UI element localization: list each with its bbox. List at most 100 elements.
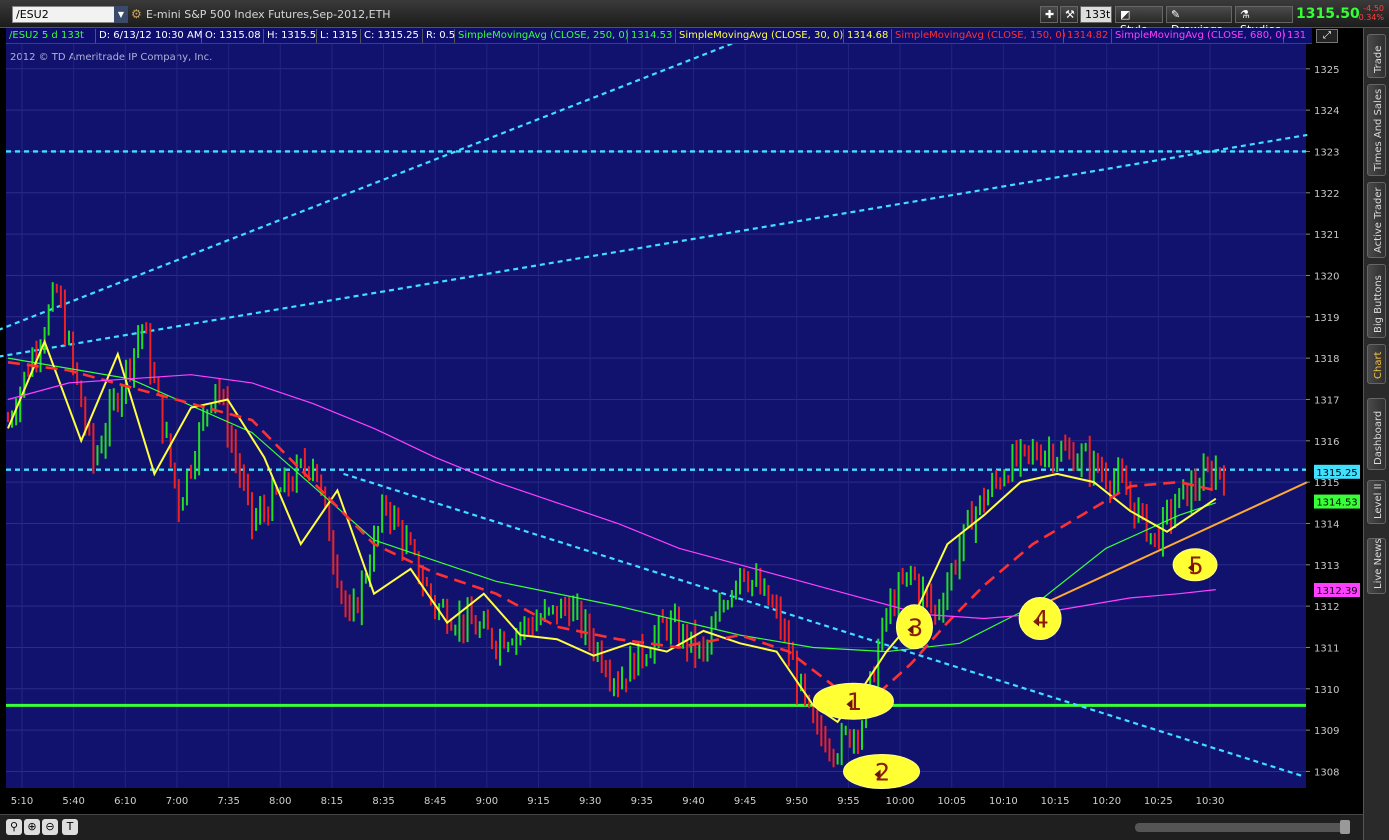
time-tick-label: 10:15 — [1041, 796, 1070, 807]
zoom-out-icon[interactable]: ⊖ — [42, 819, 58, 835]
info-high: H: 1315.5 — [264, 29, 317, 43]
time-tick-label: 8:00 — [269, 796, 291, 807]
time-tick-label: 9:45 — [734, 796, 756, 807]
time-tick-label: 10:10 — [989, 796, 1018, 807]
time-tick-label: 7:00 — [166, 796, 188, 807]
price-tick-label: 1324 — [1314, 106, 1339, 117]
time-tick-label: 6:10 — [114, 796, 136, 807]
style-icon: ◩ — [1120, 8, 1131, 21]
zoom-icon[interactable]: ⚲ — [6, 819, 22, 835]
price-tick-label: 1322 — [1314, 189, 1339, 200]
price-tick-label: 1315 — [1314, 478, 1339, 489]
side-tab-label: Live News — [1373, 538, 1384, 589]
annotation-label: 5 — [1188, 552, 1203, 580]
wrench-icon[interactable]: ⚒ — [1060, 6, 1078, 23]
time-tick-label: 10:00 — [886, 796, 915, 807]
study-label-sma250: SimpleMovingAvg (CLOSE, 250, 0) — [455, 29, 629, 43]
text-tool-icon[interactable]: T — [62, 819, 78, 835]
annotation-label: 1 — [847, 688, 862, 716]
chevron-down-icon[interactable]: ▼ — [114, 6, 128, 23]
price-tick-label: 1316 — [1314, 437, 1339, 448]
side-tabs-panel: Trade Times And Sales Active Trader Big But… — [1363, 28, 1389, 840]
time-tick-label: 10:25 — [1144, 796, 1173, 807]
price-tick-label: 1318 — [1314, 354, 1339, 365]
annotation-label: 3 — [908, 614, 923, 642]
time-tick-label: 9:35 — [631, 796, 653, 807]
time-tick-label: 9:50 — [786, 796, 808, 807]
time-tick-label: 9:15 — [527, 796, 549, 807]
price-tick-label: 1325 — [1314, 65, 1339, 76]
time-tick-label: 5:10 — [11, 796, 33, 807]
info-open: O: 1315.08 — [202, 29, 264, 43]
time-tick-label: 8:45 — [424, 796, 446, 807]
net-change-value: -4.50 — [1363, 4, 1384, 13]
net-change-percent: -0.34% — [1355, 13, 1384, 22]
time-tick-label: 10:05 — [937, 796, 966, 807]
annotation-label: 2 — [875, 758, 890, 786]
side-tab-label: Trade — [1373, 45, 1384, 73]
time-tick-label: 9:00 — [476, 796, 498, 807]
side-tab-big-buttons[interactable]: Big Buttons — [1367, 264, 1386, 338]
price-axis-label: 1315.25 — [1316, 468, 1357, 479]
aggregation-button[interactable]: 133t — [1080, 6, 1112, 23]
time-tick-label: 7:35 — [217, 796, 239, 807]
copyright-text: 2012 © TD Ameritrade IP Company, Inc. — [10, 52, 212, 63]
price-tick-label: 1323 — [1314, 147, 1339, 158]
drawings-button[interactable]: ✎ Drawings — [1166, 6, 1232, 36]
last-price: 1315.50 — [1296, 6, 1360, 22]
info-date: D: 6/13/12 10:30 AM — [96, 29, 202, 43]
price-axis-label: 1314.53 — [1316, 498, 1357, 509]
gear-icon[interactable]: ⚙ — [131, 7, 143, 22]
studies-icon: ⚗ — [1240, 8, 1250, 21]
study-value-sma150: 1314.82 — [1064, 29, 1112, 43]
side-tab-label: Active Trader — [1373, 187, 1384, 253]
info-symbol-period: /ESU2 5 d 133t — [6, 29, 96, 43]
price-tick-label: 1319 — [1314, 313, 1339, 324]
pencil-icon: ✎ — [1171, 8, 1181, 21]
expand-icon[interactable]: ⤢ — [1316, 29, 1338, 43]
side-tab-dashboard[interactable]: Dashboard — [1367, 398, 1386, 470]
study-value-sma250: 1314.53 — [628, 29, 676, 43]
annotation-label: 4 — [1033, 606, 1048, 634]
study-label-sma150: SimpleMovingAvg (CLOSE, 150, 0) — [892, 29, 1066, 43]
price-tick-label: 1310 — [1314, 685, 1339, 696]
info-close: C: 1315.25 — [361, 29, 423, 43]
side-tab-active-trader[interactable]: Active Trader — [1367, 182, 1386, 258]
side-tab-label: Level II — [1373, 483, 1384, 519]
side-tab-trade[interactable]: Trade — [1367, 34, 1386, 78]
side-tab-label: Times And Sales — [1373, 88, 1384, 171]
net-change: -4.50 -0.34% — [1354, 4, 1384, 22]
instrument-description: E-mini S&P 500 Index Futures,Sep-2012,ET… — [146, 8, 391, 21]
side-tab-label: Dashboard — [1373, 410, 1384, 465]
time-tick-label: 9:40 — [682, 796, 704, 807]
side-tab-chart[interactable]: Chart — [1367, 344, 1386, 384]
time-tick-label: 8:35 — [372, 796, 394, 807]
price-tick-label: 1321 — [1314, 230, 1339, 241]
side-tab-level-ii[interactable]: Level II — [1367, 480, 1386, 524]
info-low: L: 1315 — [317, 29, 361, 43]
price-tick-label: 1308 — [1314, 767, 1339, 778]
study-label-sma680: SimpleMovingAvg (CLOSE, 680, 0) — [1112, 29, 1286, 43]
time-tick-label: 5:40 — [62, 796, 84, 807]
price-tick-label: 1317 — [1314, 395, 1339, 406]
time-tick-label: 9:30 — [579, 796, 601, 807]
price-tick-label: 1309 — [1314, 726, 1339, 737]
plot-area — [6, 44, 1306, 788]
time-tick-label: 10:30 — [1196, 796, 1225, 807]
chart-bottom-bar: ⚲ ⊕ ⊖ T — [0, 814, 1363, 840]
symbol-input[interactable]: /ESU2 — [12, 6, 128, 23]
style-button[interactable]: ◩ Style — [1115, 6, 1163, 36]
price-tick-label: 1311 — [1314, 643, 1339, 654]
scrollbar-thumb[interactable] — [1340, 820, 1350, 834]
studies-button[interactable]: ⚗ Studies — [1235, 6, 1293, 36]
study-label-sma30: SimpleMovingAvg (CLOSE, 30, 0) — [676, 29, 844, 43]
info-range: R: 0.5 — [423, 29, 455, 43]
zoom-in-icon[interactable]: ⊕ — [24, 819, 40, 835]
chart-toolbar: /ESU2 ▼ ⚙ E-mini S&P 500 Index Futures,S… — [0, 0, 1389, 36]
side-tab-live-news[interactable]: Live News — [1367, 538, 1386, 594]
crosshair-icon[interactable]: ✚ — [1040, 6, 1058, 23]
price-chart[interactable]: 2012 © TD Ameritrade IP Company, Inc. 1 2… — [0, 44, 1363, 814]
side-tab-times-and-sales[interactable]: Times And Sales — [1367, 84, 1386, 176]
price-tick-label: 1312 — [1314, 602, 1339, 613]
horizontal-scrollbar[interactable] — [1135, 823, 1350, 832]
